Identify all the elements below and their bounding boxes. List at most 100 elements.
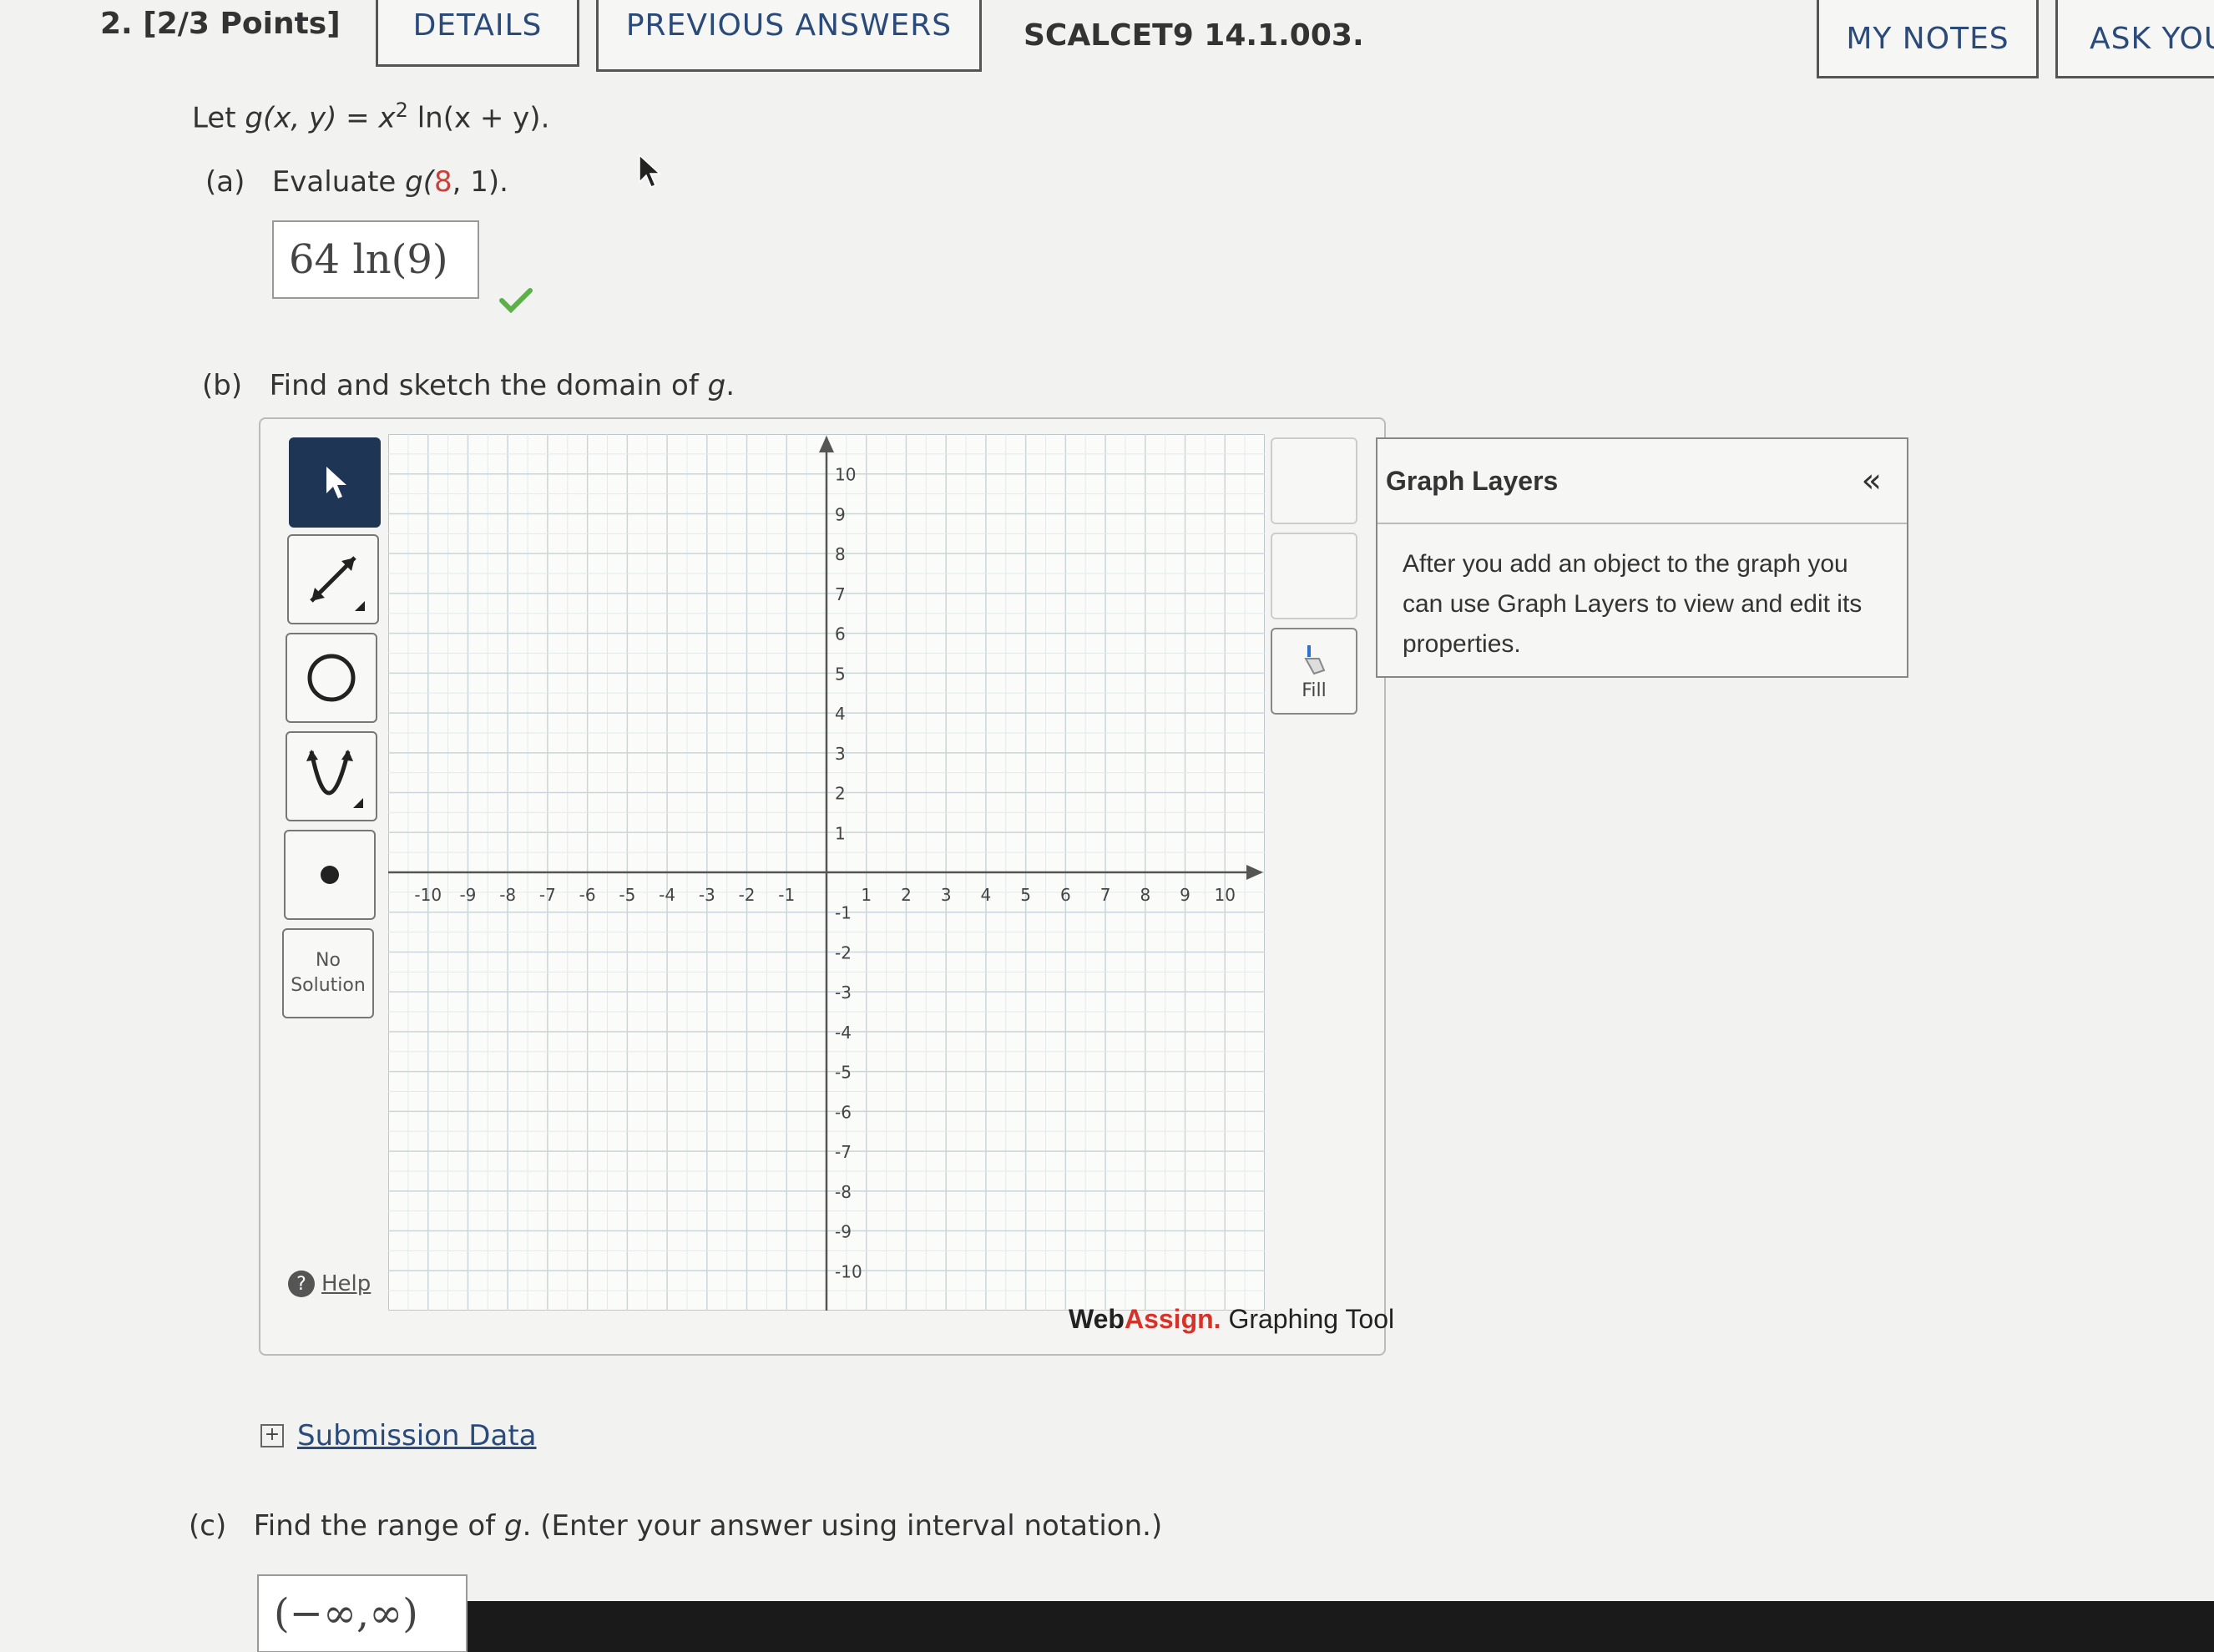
line-arrow-icon [310,556,365,611]
graph-layers-header: Graph Layers « [1377,439,1907,524]
help-label: Help [321,1271,372,1296]
x-tick-label: 5 [1020,885,1031,905]
line-tool-button[interactable] [287,534,379,624]
delete-button[interactable] [1271,533,1357,619]
y-tick-label: -5 [835,1063,852,1083]
y-tick-label: 3 [835,744,846,764]
part-c-end: . (Enter your answer using interval nota… [522,1509,1163,1543]
my-notes-button[interactable]: MY NOTES [1817,0,2039,78]
x-tick-label: -4 [659,885,675,905]
part-a-text: Evaluate [271,165,406,199]
y-tick-label: 1 [835,823,846,843]
x-tick-label: 8 [1140,885,1150,905]
fill-label: Fill [1302,679,1327,701]
part-c-answer-field[interactable]: (−∞,∞) [257,1574,468,1652]
x-tick-label: -3 [699,885,715,905]
intro-prefix: Let [192,101,245,135]
y-tick-label: -8 [835,1182,852,1202]
point-icon [321,866,339,884]
y-tick-label: -7 [835,1142,852,1162]
expand-plus-icon[interactable]: + [260,1424,284,1447]
question-header: 2. [2/3 Points] [100,7,341,41]
x-tick-label: 1 [861,885,872,905]
x-tick-label: -1 [778,885,795,905]
details-button[interactable]: DETAILS [376,0,579,67]
ask-button[interactable]: ASK YOU [2055,0,2214,78]
x-tick-label: 2 [901,885,912,905]
circle-tool-button[interactable] [286,633,377,723]
part-b-end: . [725,369,735,402]
fill-bucket-icon [1304,644,1326,674]
y-tick-label: -4 [835,1023,852,1043]
y-tick-label: -2 [835,942,852,962]
x-tick-label: -5 [619,885,635,905]
x-tick-label: 6 [1060,885,1071,905]
y-tick-label: -9 [835,1222,852,1242]
graph-layers-panel: Graph Layers « After you add an object t… [1376,437,1908,678]
y-tick-label: 8 [835,544,846,564]
part-b-text: Find and sketch the domain of [269,369,708,402]
part-b-label: (b) [202,369,243,402]
part-b-prompt: (b) Find and sketch the domain of g. [202,369,735,402]
part-a-answer-field[interactable]: 64 ln(9) [272,220,479,299]
part-c-var: g [504,1509,523,1543]
help-link[interactable]: ? Help [288,1271,371,1297]
problem-code: SCALCET9 14.1.003. [1024,18,1364,53]
no-solution-line1: No [316,950,341,971]
y-tick-label: -3 [835,983,852,1003]
part-a-prompt: (a) Evaluate g(8, 1). [205,165,508,199]
y-tick-label: 7 [835,584,846,604]
part-a-red-value: 8 [434,165,452,199]
no-solution-button[interactable]: No Solution [282,928,374,1018]
part-c-prompt: (c) Find the range of g. (Enter your ans… [189,1509,1162,1543]
brand-web: Web [1069,1304,1125,1334]
y-tick-label: 2 [835,784,846,804]
no-solution-line2: Solution [291,975,366,996]
intro-suffix: ln(x + y). [407,101,550,135]
help-icon: ? [288,1271,315,1297]
submission-data-toggle[interactable]: + Submission Data [260,1419,537,1452]
x-tick-label: 4 [981,885,992,905]
submission-data-link[interactable]: Submission Data [297,1419,537,1452]
part-a-label: (a) [205,165,245,199]
part-c-text: Find the range of [253,1509,504,1543]
select-tool-button[interactable] [289,437,381,528]
y-tick-label: 6 [835,624,846,644]
x-tick-label: -2 [739,885,756,905]
part-c-label: (c) [189,1509,227,1543]
x-tick-label: 9 [1180,885,1190,905]
y-tick-label: -10 [835,1261,862,1281]
mouse-cursor-icon [639,154,661,188]
circle-icon [307,654,356,702]
y-tick-label: 9 [835,504,846,524]
y-tick-label: 10 [835,465,856,485]
intro-function: g(x, y) = x [245,101,396,135]
problem-intro: Let g(x, y) = x2 ln(x + y). [192,99,549,134]
question-number: 2. [100,7,133,41]
part-b-var: g [707,369,726,402]
x-tick-label: -10 [414,885,442,905]
arrow-pointer-icon [326,467,346,498]
correct-check-icon [499,288,533,314]
screen-bezel [468,1601,2214,1652]
brand-assign: Assign. [1124,1304,1221,1334]
previous-answers-button[interactable]: PREVIOUS ANSWERS [596,0,982,72]
x-tick-label: 3 [941,885,952,905]
parabola-icon [306,750,363,808]
x-tick-label: -7 [539,885,556,905]
point-tool-button[interactable] [284,830,376,920]
collapse-chevron-icon[interactable]: « [1862,462,1882,500]
x-tick-label: -8 [499,885,516,905]
undo-button[interactable] [1271,437,1357,524]
x-tick-label: -9 [459,885,476,905]
intro-exponent: 2 [395,99,408,122]
graph-layers-description: After you add an object to the graph you… [1403,550,1863,658]
graph-layers-title: Graph Layers [1386,465,1559,496]
part-a-func: g( [405,165,434,199]
x-tick-label: 10 [1215,885,1236,905]
parabola-tool-button[interactable] [286,731,377,821]
coordinate-grid[interactable]: -10 -9 -8 -7 -6 -5 -4 -3 -2 -1 1 2 3 4 5 6 7 8 9 10 10 9 8 7 6 5… [388,434,1265,1311]
y-tick-label: 5 [835,664,846,684]
x-tick-label: 7 [1100,885,1111,905]
fill-button[interactable]: Fill [1271,628,1357,715]
